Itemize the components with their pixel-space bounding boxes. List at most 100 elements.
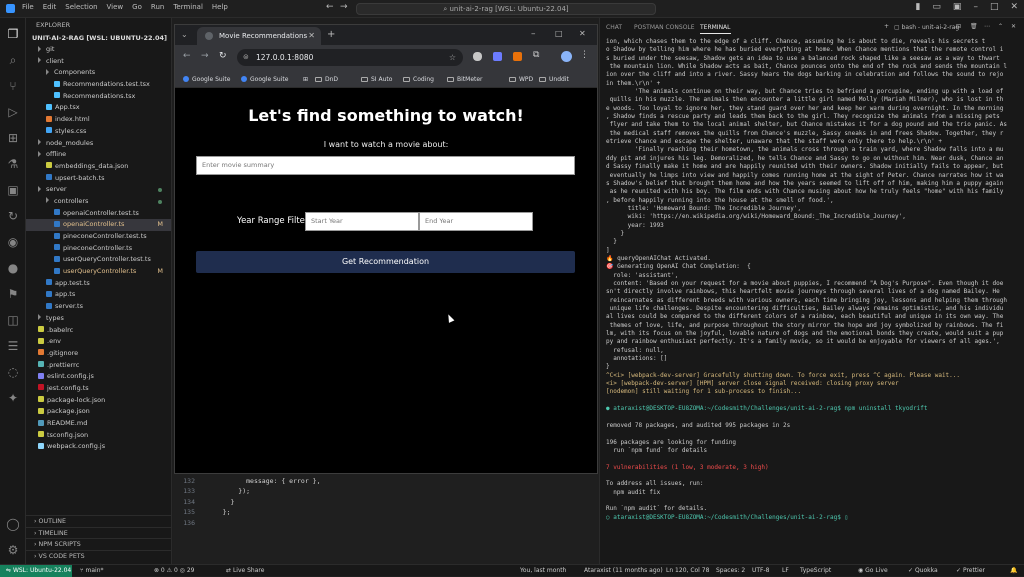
commit-author-indicator[interactable]: Ataraxist (11 months ago) bbox=[584, 565, 663, 577]
docker-icon[interactable]: ◫ bbox=[5, 312, 21, 328]
tree-file[interactable]: openaiController.test.ts bbox=[26, 208, 171, 220]
remote-explorer-icon[interactable]: ▣ bbox=[5, 182, 21, 198]
menu-item-view[interactable]: View bbox=[107, 3, 124, 11]
extension-orange-icon[interactable] bbox=[513, 52, 522, 61]
extension-vpn-icon[interactable] bbox=[493, 52, 502, 61]
tree-folder[interactable]: types bbox=[26, 313, 171, 325]
accounts-icon[interactable]: ◯ bbox=[5, 516, 21, 532]
new-tab-icon[interactable]: + bbox=[327, 29, 335, 40]
browser-menu-icon[interactable]: ⋮ bbox=[580, 50, 589, 60]
split-terminal-icon[interactable]: ⊟ bbox=[956, 23, 961, 30]
tree-file[interactable]: upsert-batch.ts bbox=[26, 173, 171, 185]
go-live-button[interactable]: ◉ Go Live bbox=[858, 565, 888, 577]
tree-file[interactable]: package-lock.json bbox=[26, 395, 171, 407]
end-year-input[interactable]: End Year bbox=[419, 212, 533, 231]
browser-tab[interactable]: Movie Recommendations ✕ bbox=[197, 27, 321, 45]
menu-item-help[interactable]: Help bbox=[212, 3, 228, 11]
section-npm-scripts[interactable]: › NPM SCRIPTS bbox=[26, 538, 172, 550]
back-nav-icon[interactable]: ← bbox=[326, 2, 334, 12]
indentation[interactable]: Spaces: 2 bbox=[716, 565, 745, 577]
language-mode[interactable]: TypeScript bbox=[800, 565, 831, 577]
tree-file[interactable]: openaiController.ts M bbox=[26, 219, 171, 231]
profile-avatar[interactable] bbox=[561, 51, 572, 62]
bookmark-item[interactable]: SI Auto bbox=[361, 74, 392, 85]
code-editor[interactable]: 132 message: { error }, 133 }); 134 } 135 }… bbox=[173, 474, 599, 564]
source-control-icon[interactable]: ⑂ bbox=[5, 78, 21, 94]
tree-file[interactable]: styles.css bbox=[26, 126, 171, 138]
live-share-icon[interactable]: ↻ bbox=[5, 208, 21, 224]
menu-item-file[interactable]: File bbox=[22, 3, 34, 11]
back-icon[interactable]: ← bbox=[183, 51, 191, 61]
menu-item-run[interactable]: Run bbox=[151, 3, 164, 11]
timeline-icon[interactable]: ☰ bbox=[5, 338, 21, 354]
postman-icon[interactable]: ◉ bbox=[5, 234, 21, 250]
tree-file[interactable]: eslint.config.js bbox=[26, 371, 171, 383]
tree-folder[interactable]: server bbox=[26, 184, 171, 196]
tree-folder[interactable]: client bbox=[26, 56, 171, 68]
tree-file[interactable]: .babelrc bbox=[26, 325, 171, 337]
tree-file[interactable]: embeddings_data.json bbox=[26, 161, 171, 173]
get-recommendation-button[interactable]: Get Recommendation bbox=[196, 251, 575, 273]
tree-file[interactable]: tsconfig.json bbox=[26, 430, 171, 442]
tab-chat[interactable]: CHAT bbox=[606, 24, 622, 31]
terminal-name[interactable]: ▢ bash - unit-ai-2-rag bbox=[894, 24, 959, 31]
section-vs-code-pets[interactable]: › VS CODE PETS bbox=[26, 549, 172, 562]
tree-folder[interactable]: Components bbox=[26, 67, 171, 79]
bookmark-item[interactable]: Google Suite bbox=[241, 74, 288, 85]
tab-postman-console[interactable]: POSTMAN CONSOLE bbox=[634, 24, 695, 31]
extensions-icon[interactable]: ⊞ bbox=[5, 130, 21, 146]
minimize-icon[interactable]: – bbox=[531, 29, 536, 39]
tree-file[interactable]: App.tsx bbox=[26, 102, 171, 114]
new-terminal-icon[interactable]: + bbox=[884, 23, 889, 30]
close-panel-icon[interactable]: ✕ bbox=[1011, 23, 1016, 30]
terminal-output[interactable]: ion, which chases them to the edge of a … bbox=[606, 38, 1022, 522]
cursor-position[interactable]: Ln 120, Col 78 bbox=[666, 565, 709, 577]
quokka-button[interactable]: ✓ Quokka bbox=[908, 565, 938, 577]
close-window-icon[interactable]: ✕ bbox=[579, 29, 586, 38]
menu-item-edit[interactable]: Edit bbox=[43, 3, 57, 11]
url-input[interactable]: ⊜ 127.0.0.1:8080 ☆ bbox=[237, 49, 463, 66]
tree-file[interactable]: Recommendations.test.tsx bbox=[26, 79, 171, 91]
maximize-panel-icon[interactable]: ⌃ bbox=[998, 23, 1003, 30]
explorer-icon[interactable]: ❐ bbox=[5, 26, 21, 42]
bookmark-item[interactable]: Unddit bbox=[539, 74, 569, 85]
tree-file[interactable]: app.test.ts bbox=[26, 278, 171, 290]
tree-file[interactable]: pineconeController.ts bbox=[26, 243, 171, 255]
reload-icon[interactable]: ↻ bbox=[219, 51, 227, 61]
tree-file[interactable]: Recommendations.tsx bbox=[26, 91, 171, 103]
tree-file[interactable]: app.ts bbox=[26, 289, 171, 301]
layout-customize-icon[interactable]: ▣ bbox=[953, 2, 962, 12]
tree-file[interactable]: server.ts bbox=[26, 301, 171, 313]
end-of-line[interactable]: LF bbox=[782, 565, 789, 577]
notifications-bell-icon[interactable]: 🔔 bbox=[1010, 565, 1017, 577]
tree-file[interactable]: .env bbox=[26, 336, 171, 348]
trash-icon[interactable]: 🗑 bbox=[970, 23, 978, 30]
movie-summary-input[interactable]: Enter movie summary bbox=[196, 156, 575, 175]
command-center-search[interactable]: ⌕ unit-ai-2-rag [WSL: Ubuntu-22.04] bbox=[356, 3, 656, 15]
bookmark-item[interactable]: Coding bbox=[403, 74, 434, 85]
tree-file[interactable]: userQueryController.ts M bbox=[26, 266, 171, 278]
layout-sidebar-icon[interactable]: ▮ bbox=[915, 2, 920, 12]
tree-file[interactable]: pineconeController.test.ts bbox=[26, 231, 171, 243]
tree-file[interactable]: package.json bbox=[26, 406, 171, 418]
maximize-icon[interactable]: □ bbox=[990, 2, 999, 12]
run-debug-icon[interactable]: ▷ bbox=[5, 104, 21, 120]
bookmark-item[interactable]: DnD bbox=[315, 74, 338, 85]
menu-item-terminal[interactable]: Terminal bbox=[173, 3, 203, 11]
bookmark-item[interactable]: BitMeter bbox=[447, 74, 483, 85]
bookmark-star-icon[interactable]: ☆ bbox=[449, 49, 456, 66]
tree-folder[interactable]: git bbox=[26, 44, 171, 56]
git-blame-indicator[interactable]: You, last month bbox=[520, 565, 566, 577]
extensions-puzzle-icon[interactable]: ⧉ bbox=[533, 50, 539, 60]
problems-indicator[interactable]: ⊗ 0 ⚠ 0 ◎ 29 bbox=[154, 565, 194, 577]
tree-file[interactable]: index.html bbox=[26, 114, 171, 126]
gitlens-icon[interactable]: ◌ bbox=[5, 364, 21, 380]
project-root[interactable]: UNIT-AI-2-RAG [WSL: UBUNTU-22.04] bbox=[26, 32, 171, 44]
tab-search-icon[interactable]: ⌄ bbox=[181, 30, 188, 39]
tree-folder[interactable]: offline bbox=[26, 149, 171, 161]
tree-file[interactable]: .gitignore bbox=[26, 348, 171, 360]
tree-file[interactable]: userQueryController.test.ts bbox=[26, 254, 171, 266]
testing-icon[interactable]: ⚗ bbox=[5, 156, 21, 172]
settings-gear-icon[interactable]: ⚙ bbox=[5, 542, 21, 558]
forward-nav-icon[interactable]: → bbox=[340, 2, 348, 12]
